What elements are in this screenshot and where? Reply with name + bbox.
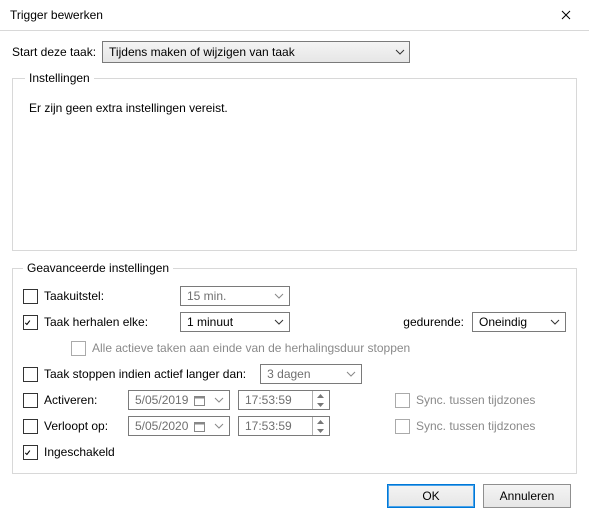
settings-message: Er zijn geen extra instellingen vereist. [25,95,564,121]
activate-checkbox[interactable] [23,393,38,408]
dialog-buttons: OK Annuleren [12,484,577,508]
delay-combo[interactable]: 15 min. [180,286,290,306]
chevron-down-icon [317,429,324,433]
duration-value: Oneindig [479,315,527,329]
spinner[interactable] [312,417,327,435]
repeat-label: Taak herhalen elke: [44,315,180,329]
repeat-combo[interactable]: 1 minuut [180,312,290,332]
calendar-icon [192,417,208,435]
calendar-icon [192,391,208,409]
repeat-row: Taak herhalen elke: 1 minuut gedurende: … [23,309,566,335]
expire-sync-checkbox [395,419,410,434]
activate-time-input[interactable]: 17:53:59 [238,390,330,410]
expire-row: Verloopt op: 5/05/2020 17:53:59 Sync. tu… [23,413,566,439]
stop-if-checkbox[interactable] [23,367,38,382]
close-button[interactable] [543,0,589,30]
chevron-down-icon [274,291,284,301]
activate-sync-checkbox [395,393,410,408]
activate-date-input[interactable]: 5/05/2019 [128,390,230,410]
enabled-label: Ingeschakeld [44,445,115,459]
enabled-checkbox[interactable] [23,445,38,460]
stop-if-row: Taak stoppen indien actief langer dan: 3… [23,361,566,387]
stop-if-value: 3 dagen [267,367,310,381]
delay-row: Taakuitstel: 15 min. [23,283,566,309]
activate-sync-label: Sync. tussen tijdzones [416,393,566,407]
chevron-up-icon [317,394,324,398]
start-task-label: Start deze taak: [12,45,96,59]
expire-date-value: 5/05/2020 [135,419,188,433]
enabled-row: Ingeschakeld [23,439,566,465]
stop-if-combo[interactable]: 3 dagen [260,364,362,384]
duration-combo[interactable]: Oneindig [472,312,566,332]
expire-checkbox[interactable] [23,419,38,434]
ok-label: OK [422,489,439,503]
delay-checkbox[interactable] [23,289,38,304]
start-task-combo[interactable]: Tijdens maken of wijzigen van taak [102,41,410,63]
activate-row: Activeren: 5/05/2019 17:53:59 Sync. tuss… [23,387,566,413]
check-icon [24,317,31,328]
start-task-row: Start deze taak: Tijdens maken of wijzig… [12,41,577,63]
start-task-value: Tijdens maken of wijzigen van taak [109,45,295,59]
advanced-legend: Geavanceerde instellingen [23,261,173,275]
chevron-down-icon [214,395,224,405]
activate-label: Activeren: [44,393,128,407]
stop-all-checkbox [71,341,86,356]
chevron-down-icon [346,369,356,379]
expire-time-input[interactable]: 17:53:59 [238,416,330,436]
activate-time-value: 17:53:59 [245,393,292,407]
chevron-down-icon [274,317,284,327]
window-title: Trigger bewerken [10,8,103,22]
check-icon [24,447,31,458]
expire-date-input[interactable]: 5/05/2020 [128,416,230,436]
stop-all-row: Alle actieve taken aan einde van de herh… [23,335,566,361]
chevron-down-icon [317,403,324,407]
title-bar: Trigger bewerken [0,0,589,31]
close-icon [561,10,571,20]
repeat-value: 1 minuut [187,315,233,329]
delay-label: Taakuitstel: [44,289,180,303]
activate-date-value: 5/05/2019 [135,393,188,407]
advanced-group: Geavanceerde instellingen Taakuitstel: 1… [12,261,577,474]
repeat-checkbox[interactable] [23,315,38,330]
expire-time-value: 17:53:59 [245,419,292,433]
chevron-down-icon [214,421,224,431]
spinner[interactable] [312,391,327,409]
chevron-down-icon [550,317,560,327]
chevron-up-icon [317,420,324,424]
expire-label: Verloopt op: [44,419,128,433]
cancel-button[interactable]: Annuleren [483,484,571,508]
settings-legend: Instellingen [25,71,94,85]
stop-all-label: Alle actieve taken aan einde van de herh… [92,341,410,355]
cancel-label: Annuleren [500,489,555,503]
delay-value: 15 min. [187,289,226,303]
expire-sync-label: Sync. tussen tijdzones [416,419,566,433]
ok-button[interactable]: OK [387,484,475,508]
stop-if-label: Taak stoppen indien actief langer dan: [44,367,246,381]
settings-group: Instellingen Er zijn geen extra instelli… [12,71,577,251]
chevron-down-icon [395,47,405,57]
duration-label: gedurende: [403,315,464,329]
